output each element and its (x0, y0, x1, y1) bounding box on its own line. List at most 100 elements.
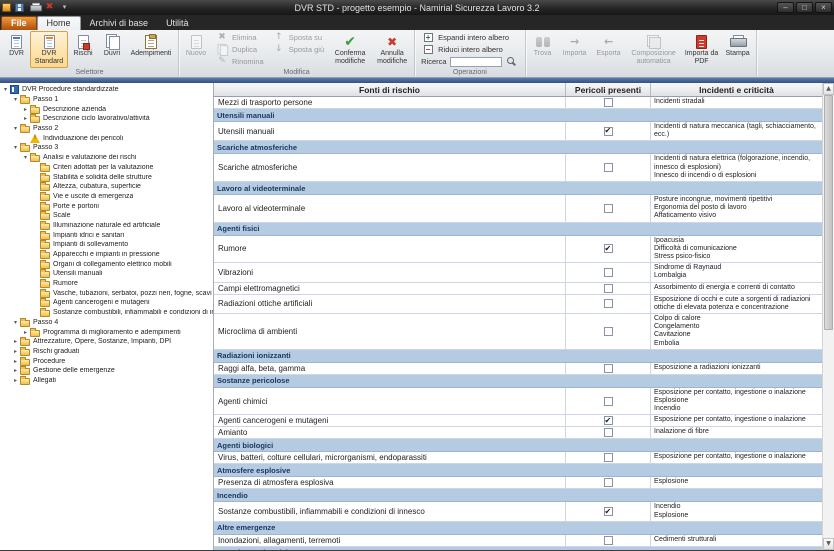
scroll-up-icon[interactable]: ▲ (823, 83, 834, 95)
hazard-checkbox[interactable] (604, 364, 613, 373)
tree-item-dvr-procedure-standardizzate[interactable]: ▾DVR Procedure standardizzate (0, 85, 213, 95)
hazard-checkbox[interactable] (604, 507, 613, 516)
hazard-checkbox[interactable] (604, 428, 613, 437)
tree-item-sostanze-combustibili-infiammabili-e-condizioni-di-innesco[interactable]: Sostanze combustibili, infiammabili e co… (0, 308, 213, 318)
ribbon-button-elimina[interactable]: ✖Elimina (213, 32, 266, 43)
tree-expand-icon[interactable]: ▸ (21, 115, 30, 122)
ribbon-button-adempimenti[interactable]: Adempimenti (126, 31, 176, 68)
minimize-button[interactable]: – (777, 2, 794, 13)
table-row[interactable]: Presenza di atmosfera esplosivaEsplosion… (214, 477, 822, 489)
hazard-checkbox[interactable] (604, 204, 613, 213)
tree-item-individuazione-dei-pericoli[interactable]: Individuazione dei pericoli (0, 133, 213, 143)
tree-item-porte-e-portoni[interactable]: Porte e portoni (0, 201, 213, 211)
tree-item-vie-e-uscite-di-emergenza[interactable]: Vie e uscite di emergenza (0, 192, 213, 202)
tree-expand-icon[interactable]: ▸ (11, 358, 20, 365)
ribbon-button-espandi-intero-albero[interactable]: Espandi intero albero (419, 32, 520, 43)
tree-collapse-icon[interactable]: ▾ (11, 144, 20, 151)
column-header-fonti-di-rischio[interactable]: Fonti di rischio (214, 83, 566, 96)
tree-item-attrezzature-opere-sostanze-impianti-dpi[interactable]: ▸Attrezzature, Opere, Sostanze, Impianti… (0, 337, 213, 347)
table-row[interactable]: Utensili manualiIncidenti di natura mecc… (214, 122, 822, 141)
scrollbar-thumb[interactable] (824, 95, 833, 330)
tree-item-criteri-adottati-per-la-valutazione[interactable]: Criteri adottati per la valutazione (0, 163, 213, 173)
tree-item-analisi-e-valutazione-dei-rischi[interactable]: ▾Analisi e valutazione dei rischi (0, 153, 213, 163)
tree-item-descrizione-ciclo-lavorativo-attivit[interactable]: ▸Descrizione ciclo lavorativo/attività (0, 114, 213, 124)
tree-expand-icon[interactable]: ▸ (11, 377, 20, 384)
ribbon-button-stampa[interactable]: Stampa (722, 31, 754, 68)
tree-expand-icon[interactable]: ▸ (21, 106, 30, 113)
table-row[interactable]: Campi elettromagneticiAssorbimento di en… (214, 283, 822, 295)
hazard-checkbox[interactable] (604, 536, 613, 545)
table-row[interactable]: Radiazioni ottiche artificialiEsposizion… (214, 295, 822, 314)
table-row[interactable]: AmiantoInalazione di fibre (214, 427, 822, 439)
hazard-checkbox[interactable] (604, 163, 613, 172)
hazard-checkbox[interactable] (604, 244, 613, 253)
tree-expand-icon[interactable]: ▸ (11, 348, 20, 355)
tab-utilit[interactable]: Utilità (157, 17, 198, 30)
maximize-button[interactable]: □ (796, 2, 813, 13)
table-row[interactable]: Scariche atmosfericheIncidenti di natura… (214, 154, 822, 182)
ribbon-button-composizione-automatica[interactable]: Composizione automatica (626, 31, 682, 68)
tree-item-passo-4[interactable]: ▾Passo 4 (0, 318, 213, 328)
table-row[interactable]: Lavoro al videoterminalePosture incongru… (214, 195, 822, 223)
table-row[interactable]: Agenti cancerogeni e mutageniEsposizione… (214, 415, 822, 427)
tree-expand-icon[interactable]: ▸ (11, 338, 20, 345)
hazard-checkbox[interactable] (604, 453, 613, 462)
tree-item-impianti-di-sollevamento[interactable]: Impianti di sollevamento (0, 240, 213, 250)
ribbon-button-conferma-modifiche[interactable]: ✔Conferma modifiche (328, 31, 372, 68)
ribbon-button-importa[interactable]: →Importa (558, 31, 592, 68)
ribbon-button-dvr-standard[interactable]: DVR Standard (30, 31, 68, 68)
scrollbar-track[interactable] (823, 95, 834, 538)
scroll-down-icon[interactable]: ▼ (823, 538, 834, 550)
tree-collapse-icon[interactable]: ▾ (11, 125, 20, 132)
tree-item-passo-1[interactable]: ▾Passo 1 (0, 95, 213, 105)
ribbon-button-sposta-gi[interactable]: ↓Sposta giù (270, 44, 326, 55)
hazard-checkbox[interactable] (604, 299, 613, 308)
hazard-checkbox[interactable] (604, 268, 613, 277)
hazard-checkbox[interactable] (604, 327, 613, 336)
tree-expand-icon[interactable]: ▸ (21, 329, 30, 336)
tree-item-agenti-cancerogeni-e-mutageni[interactable]: Agenti cancerogeni e mutageni (0, 298, 213, 308)
hazard-checkbox[interactable] (604, 416, 613, 425)
tree-item-scale[interactable]: Scale (0, 211, 213, 221)
tree-item-utensili-manuali[interactable]: Utensili manuali (0, 269, 213, 279)
tab-home[interactable]: Home (37, 16, 81, 30)
hazard-checkbox[interactable] (604, 127, 613, 136)
qat-disk-button[interactable] (14, 2, 25, 13)
table-row[interactable]: Raggi alfa, beta, gammaEsposizione a rad… (214, 363, 822, 375)
tree-item-passo-2[interactable]: ▾Passo 2 (0, 124, 213, 134)
ribbon-button-dvr[interactable]: DVR (3, 31, 30, 68)
tree-item-illuminazione-naturale-ed-artificiale[interactable]: Illuminazione naturale ed artificiale (0, 221, 213, 231)
tree-expand-icon[interactable]: ▸ (11, 367, 20, 374)
tree-item-apparecchi-e-impianti-in-pressione[interactable]: Apparecchi e impianti in pressione (0, 250, 213, 260)
qat-qat-print-button[interactable] (29, 2, 40, 13)
tree-collapse-icon[interactable]: ▾ (11, 96, 20, 103)
hazard-checkbox[interactable] (604, 284, 613, 293)
hazard-checkbox[interactable] (604, 98, 613, 107)
ribbon-button-rinomina[interactable]: ✎Rinomina (213, 56, 266, 67)
table-row[interactable]: Inondazioni, allagamenti, terremotiCedim… (214, 535, 822, 547)
ribbon-button-rischi[interactable]: Rischi (68, 31, 98, 68)
ribbon-button-trova[interactable]: Trova (528, 31, 558, 68)
table-row[interactable]: Virus, batteri, colture cellulari, micro… (214, 452, 822, 464)
table-row[interactable]: Mezzi di trasporto personeIncidenti stra… (214, 97, 822, 109)
tree-item-allegati[interactable]: ▸Allegati (0, 376, 213, 386)
tree-item-gestione-delle-emergenze[interactable]: ▸Gestione delle emergenze (0, 366, 213, 376)
tab-archivi-di-base[interactable]: Archivi di base (81, 17, 158, 30)
tree-item-organi-di-collegamento-elettrico-mobili[interactable]: Organi di collegamento elettrico mobili (0, 259, 213, 269)
ribbon-button-esporta[interactable]: ←Esporta (592, 31, 626, 68)
ribbon-button-nuovo[interactable]: Nuovo (181, 31, 211, 68)
qat-qat-x-button[interactable]: ✖ (44, 2, 55, 13)
hazard-checkbox[interactable] (604, 478, 613, 487)
tree-collapse-icon[interactable]: ▾ (1, 86, 10, 93)
tab-file[interactable]: File (1, 16, 37, 30)
ribbon-button-importa-da-pdf[interactable]: Importa da PDF (682, 31, 722, 68)
column-header-incidenti-e-criticit[interactable]: Incidenti e criticità (651, 83, 822, 96)
vertical-scrollbar[interactable]: ▲ ▼ (822, 83, 834, 550)
table-row[interactable]: Microclima di ambientiColpo di caloreCon… (214, 314, 822, 350)
search-input[interactable] (450, 57, 502, 67)
tree-item-impianti-idrici-e-sanitari[interactable]: Impianti idrici e sanitari (0, 230, 213, 240)
table-row[interactable]: Agenti chimiciEsposizione per contatto, … (214, 388, 822, 416)
ribbon-button-riduci-intero-albero[interactable]: Riduci intero albero (419, 44, 520, 55)
tree-collapse-icon[interactable]: ▾ (11, 319, 20, 326)
tree-item-stabilit-e-solidit-delle-strutture[interactable]: Stabilità e solidità delle strutture (0, 172, 213, 182)
